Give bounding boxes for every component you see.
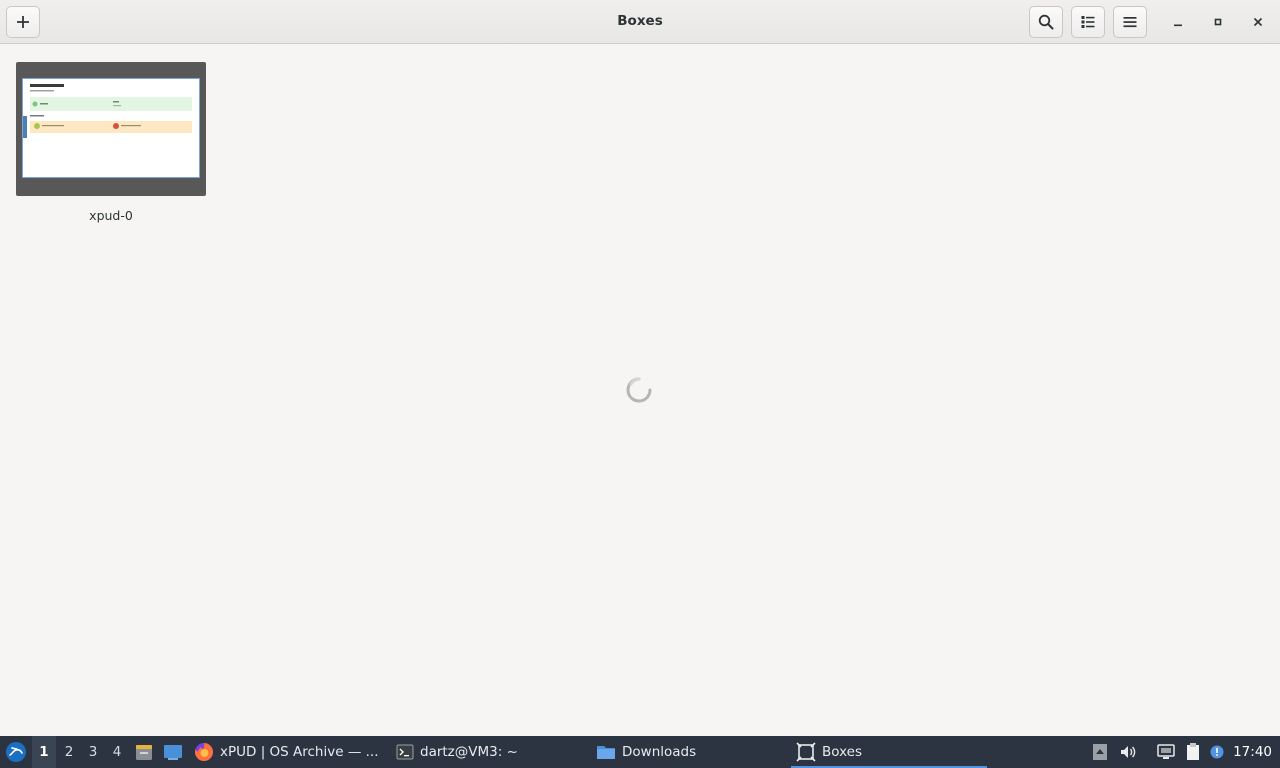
clock[interactable]: 17:40 bbox=[1233, 736, 1272, 768]
tray-up-arrow-icon bbox=[1093, 744, 1107, 760]
hamburger-menu-icon bbox=[1123, 17, 1137, 28]
terminal-icon bbox=[396, 744, 414, 760]
task-label: xPUD | OS Archive — ... bbox=[220, 744, 379, 760]
info-notification-icon bbox=[1210, 745, 1224, 759]
boxes-icon bbox=[796, 742, 816, 762]
new-box-button[interactable] bbox=[6, 6, 40, 38]
file-manager-launcher[interactable] bbox=[133, 736, 155, 768]
plus-icon bbox=[17, 16, 29, 28]
speaker-icon bbox=[1121, 746, 1136, 758]
tray-expand-button[interactable] bbox=[1090, 736, 1110, 768]
close-button[interactable] bbox=[1245, 9, 1271, 35]
notification-indicator[interactable] bbox=[1208, 736, 1226, 768]
file-cabinet-icon bbox=[136, 745, 152, 760]
maximize-button[interactable] bbox=[1205, 9, 1231, 35]
boxes-window: Boxes xpud-0 bbox=[0, 0, 1280, 736]
desktop-icon bbox=[164, 745, 182, 760]
maximize-icon bbox=[1214, 18, 1222, 26]
taskbar: 1 2 3 4 xPUD | OS Archive — ... dartz@VM… bbox=[0, 736, 1280, 768]
task-firefox[interactable]: xPUD | OS Archive — ... bbox=[194, 736, 386, 768]
task-boxes[interactable]: Boxes bbox=[791, 736, 987, 768]
task-label: Boxes bbox=[822, 744, 863, 760]
minimize-icon bbox=[1174, 24, 1182, 27]
main-menu-button[interactable] bbox=[1113, 6, 1147, 38]
box-item[interactable]: xpud-0 bbox=[16, 62, 206, 223]
task-label: Downloads bbox=[622, 744, 697, 760]
preview-image bbox=[23, 79, 199, 177]
task-downloads[interactable]: Downloads bbox=[596, 736, 786, 768]
boxes-collection: xpud-0 bbox=[0, 45, 1280, 736]
view-list-icon bbox=[1081, 16, 1095, 28]
workspace-3[interactable]: 3 bbox=[81, 736, 105, 768]
firefox-icon bbox=[194, 743, 213, 761]
workspace-1[interactable]: 1 bbox=[32, 736, 56, 768]
clipboard-indicator[interactable] bbox=[1182, 736, 1204, 768]
box-thumbnail[interactable] bbox=[16, 62, 206, 196]
header-bar: Boxes bbox=[0, 0, 1280, 44]
list-view-button[interactable] bbox=[1071, 6, 1105, 38]
network-indicator[interactable] bbox=[1155, 736, 1177, 768]
search-button[interactable] bbox=[1029, 6, 1063, 38]
network-wired-icon bbox=[1157, 744, 1175, 759]
start-menu-button[interactable] bbox=[2, 736, 30, 768]
clipboard-icon bbox=[1187, 743, 1199, 760]
workspace-2[interactable]: 2 bbox=[57, 736, 81, 768]
folder-icon bbox=[597, 746, 615, 759]
loading-spinner-icon bbox=[626, 377, 652, 403]
minimize-button[interactable] bbox=[1165, 9, 1191, 35]
task-label: dartz@VM3: ~ bbox=[420, 744, 518, 760]
task-terminal[interactable]: dartz@VM3: ~ bbox=[396, 736, 586, 768]
search-icon bbox=[1038, 14, 1054, 30]
show-desktop-button[interactable] bbox=[161, 736, 185, 768]
box-name: xpud-0 bbox=[89, 208, 133, 223]
close-icon bbox=[1253, 17, 1263, 27]
box-screen-preview bbox=[22, 78, 200, 178]
window-title: Boxes bbox=[617, 13, 663, 29]
workspace-4[interactable]: 4 bbox=[105, 736, 129, 768]
lubuntu-logo-icon bbox=[6, 742, 26, 762]
volume-control[interactable] bbox=[1118, 736, 1138, 768]
